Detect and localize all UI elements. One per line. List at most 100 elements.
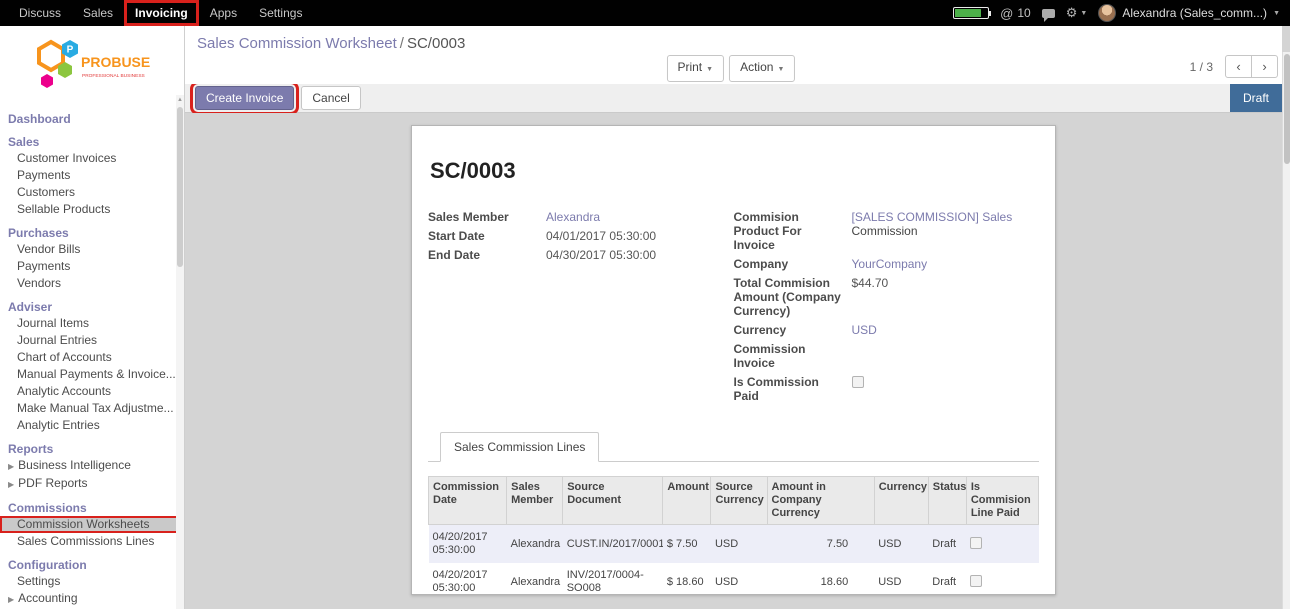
sidebar-scrollbar-thumb[interactable] xyxy=(177,107,183,267)
main-scrollbar[interactable] xyxy=(1282,52,1290,609)
sidebar-item-pdf-reports[interactable]: ▶PDF Reports xyxy=(0,475,184,493)
sidebar-section-purchases: Purchases Vendor Bills Payments Vendors xyxy=(0,223,184,292)
cell-amount-company: 18.60 xyxy=(767,563,874,595)
cancel-button[interactable]: Cancel xyxy=(301,86,360,110)
sidebar-item-customer-invoices[interactable]: Customer Invoices xyxy=(0,150,184,167)
sidebar-item-sales-commissions-lines[interactable]: Sales Commissions Lines xyxy=(0,533,184,550)
app-logo: P PROBUSE PROFESSIONAL BUSINESS xyxy=(0,26,184,104)
menu-sales[interactable]: Sales xyxy=(72,0,124,26)
sales-member-link[interactable]: Alexandra xyxy=(546,210,600,224)
cell-doc: CUST.IN/2017/0001 xyxy=(563,525,663,564)
total-commission-amount-value: $44.70 xyxy=(852,276,889,318)
table-row[interactable]: 04/20/2017 05:30:00 Alexandra CUST.IN/20… xyxy=(429,525,1039,564)
sidebar-item-customers[interactable]: Customers xyxy=(0,184,184,201)
table-row[interactable]: 04/20/2017 05:30:00 Alexandra INV/2017/0… xyxy=(429,563,1039,595)
col-source-document: Source Document xyxy=(563,477,663,525)
col-currency: Currency xyxy=(874,477,928,525)
sidebar-scrollbar[interactable]: ▲ xyxy=(176,95,184,609)
cell-member: Alexandra xyxy=(507,525,563,564)
status-badge-draft[interactable]: Draft xyxy=(1230,84,1282,112)
messages-icon[interactable] xyxy=(1042,9,1055,18)
end-date-value: 04/30/2017 05:30:00 xyxy=(546,248,656,262)
sidebar-item-journal-items[interactable]: Journal Items xyxy=(0,315,184,332)
field-label: End Date xyxy=(428,248,546,262)
sidebar-item-analytic-accounts[interactable]: Analytic Accounts xyxy=(0,383,184,400)
currency-link[interactable]: USD xyxy=(852,323,877,337)
sidebar-item-journal-entries[interactable]: Journal Entries xyxy=(0,332,184,349)
commission-lines-table: Commission Date Sales Member Source Docu… xyxy=(428,476,1039,595)
line-paid-checkbox[interactable] xyxy=(970,575,982,587)
form-statusbar: Create Invoice Cancel Draft xyxy=(185,84,1282,113)
app-body: P PROBUSE PROFESSIONAL BUSINESS Dashboar… xyxy=(0,26,1290,609)
pager: 1 / 3 ‹ › xyxy=(1190,55,1278,78)
scroll-up-icon[interactable]: ▲ xyxy=(176,95,184,105)
sidebar-item-accounting[interactable]: ▶Accounting xyxy=(0,590,184,608)
create-invoice-button[interactable]: Create Invoice xyxy=(195,86,294,110)
cell-status: Draft xyxy=(928,525,966,564)
col-amount: Amount xyxy=(663,477,711,525)
breadcrumb-parent-link[interactable]: Sales Commission Worksheet xyxy=(197,35,397,52)
company-link[interactable]: YourCompany xyxy=(852,257,928,271)
cell-paid xyxy=(966,525,1038,564)
table-header-row: Commission Date Sales Member Source Docu… xyxy=(429,477,1039,525)
menu-apps[interactable]: Apps xyxy=(199,0,248,26)
cell-status: Draft xyxy=(928,563,966,595)
cell-src-currency: USD xyxy=(711,525,767,564)
inbox-counter[interactable]: @ 10 xyxy=(1000,6,1031,21)
gear-icon: ⚙ xyxy=(1066,5,1078,21)
sidebar-heading-sales[interactable]: Sales xyxy=(0,132,184,150)
menu-discuss[interactable]: Discuss xyxy=(8,0,72,26)
sidebar-item-payments-sales[interactable]: Payments xyxy=(0,167,184,184)
field-commission-product: Commision Product For Invoice [SALES COM… xyxy=(734,210,1030,252)
debug-menu[interactable]: ⚙ ▼ xyxy=(1066,5,1088,21)
form-fields: Sales Member Alexandra Start Date 04/01/… xyxy=(428,210,1039,408)
expand-caret-icon: ▶ xyxy=(8,595,14,604)
sidebar: P PROBUSE PROFESSIONAL BUSINESS Dashboar… xyxy=(0,26,185,609)
sidebar-section-sales: Sales Customer Invoices Payments Custome… xyxy=(0,132,184,218)
col-is-commission-line-paid: Is Commision Line Paid xyxy=(966,477,1038,525)
sidebar-item-business-intelligence[interactable]: ▶Business Intelligence xyxy=(0,457,184,475)
sidebar-section-commissions: Commissions Commission Worksheets Sales … xyxy=(0,498,184,550)
sidebar-heading-configuration[interactable]: Configuration xyxy=(0,555,184,573)
sidebar-heading-adviser[interactable]: Adviser xyxy=(0,297,184,315)
sidebar-item-vendor-bills[interactable]: Vendor Bills xyxy=(0,241,184,258)
sidebar-item-settings[interactable]: Settings xyxy=(0,573,184,590)
chevron-down-icon: ▼ xyxy=(706,66,713,73)
user-name: Alexandra (Sales_comm...) xyxy=(1122,6,1267,20)
sidebar-item-commission-worksheets[interactable]: Commission Worksheets xyxy=(0,516,184,533)
is-commission-paid-checkbox[interactable] xyxy=(852,376,864,388)
main-scrollbar-thumb[interactable] xyxy=(1284,54,1290,164)
cell-amount: $ 7.50 xyxy=(663,525,711,564)
cell-amount-company: 7.50 xyxy=(767,525,874,564)
expand-caret-icon: ▶ xyxy=(8,462,14,471)
sidebar-item-sellable-products[interactable]: Sellable Products xyxy=(0,201,184,218)
field-sales-member: Sales Member Alexandra xyxy=(428,210,724,224)
sidebar-heading-reports[interactable]: Reports xyxy=(0,439,184,457)
sidebar-item-make-manual-tax-adjustments[interactable]: Make Manual Tax Adjustme... xyxy=(0,400,184,417)
field-start-date: Start Date 04/01/2017 05:30:00 xyxy=(428,229,724,243)
action-button[interactable]: Action▼ xyxy=(729,55,795,82)
sidebar-heading-purchases[interactable]: Purchases xyxy=(0,223,184,241)
sidebar-item-dashboard[interactable]: Dashboard xyxy=(0,109,184,127)
print-button[interactable]: Print▼ xyxy=(666,55,724,82)
menu-invoicing[interactable]: Invoicing xyxy=(124,0,199,26)
notebook-tabs: Sales Commission Lines xyxy=(428,432,1039,462)
sidebar-item-analytic-entries[interactable]: Analytic Entries xyxy=(0,417,184,434)
field-end-date: End Date 04/30/2017 05:30:00 xyxy=(428,248,724,262)
sidebar-item-manual-payments-invoice[interactable]: Manual Payments & Invoice... xyxy=(0,366,184,383)
cell-paid xyxy=(966,563,1038,595)
user-menu[interactable]: Alexandra (Sales_comm...) ▼ xyxy=(1098,4,1280,22)
sidebar-item-chart-of-accounts[interactable]: Chart of Accounts xyxy=(0,349,184,366)
sidebar-item-vendors[interactable]: Vendors xyxy=(0,275,184,292)
pager-next-button[interactable]: › xyxy=(1251,55,1278,78)
line-paid-checkbox[interactable] xyxy=(970,537,982,549)
pager-previous-button[interactable]: ‹ xyxy=(1225,55,1252,78)
tab-sales-commission-lines[interactable]: Sales Commission Lines xyxy=(440,432,599,462)
sidebar-heading-commissions[interactable]: Commissions xyxy=(0,498,184,516)
sidebar-item-label: PDF Reports xyxy=(18,476,87,490)
sidebar-item-payments-purchases[interactable]: Payments xyxy=(0,258,184,275)
cell-currency: USD xyxy=(874,563,928,595)
commission-product-link[interactable]: [SALES COMMISSION] Sales xyxy=(852,210,1013,224)
field-commission-invoice: Commission Invoice xyxy=(734,342,1030,370)
menu-settings[interactable]: Settings xyxy=(248,0,313,26)
